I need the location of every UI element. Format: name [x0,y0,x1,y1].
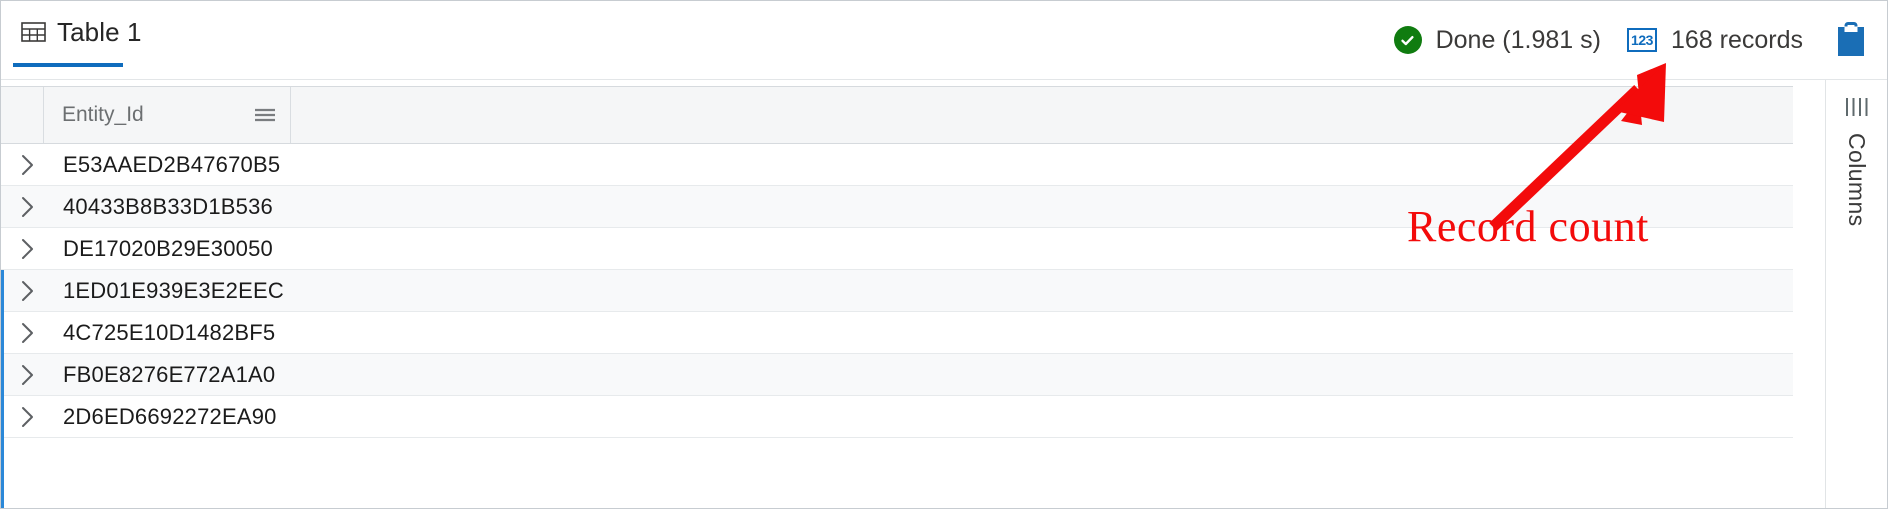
cell-entity-id[interactable]: 2D6ED6692272EA90 [45,404,293,430]
row-selection-mark [1,144,4,185]
cell-entity-id[interactable]: 40433B8B33D1B536 [45,194,293,220]
chevron-right-icon[interactable] [11,237,45,261]
chevron-right-icon[interactable] [11,153,45,177]
row-selection-indicator [1,285,4,508]
result-header: Table 1 Done (1.981 s) 123 168 records [1,1,1887,80]
chevron-right-icon[interactable] [11,405,45,429]
record-count: 123 168 records [1626,25,1803,55]
table-row[interactable]: E53AAED2B47670B5 [1,144,1793,186]
row-selection-mark [1,228,4,269]
table-row[interactable]: FB0E8276E772A1A0 [1,354,1793,396]
chevron-right-icon[interactable] [11,279,45,303]
cell-entity-id[interactable]: 1ED01E939E3E2EEC [45,278,293,304]
query-result-table-panel: Table 1 Done (1.981 s) 123 168 records E… [0,0,1888,509]
cell-entity-id[interactable]: DE17020B29E30050 [45,236,293,262]
cell-entity-id[interactable]: 4C725E10D1482BF5 [45,320,293,346]
table-row[interactable]: 2D6ED6692272EA90 [1,396,1793,438]
tab-active-underline [13,63,123,67]
cell-entity-id[interactable]: E53AAED2B47670B5 [45,152,293,178]
query-status-text: Done (1.981 s) [1435,25,1601,54]
query-status: Done (1.981 s) [1393,25,1601,55]
cell-entity-id[interactable]: FB0E8276E772A1A0 [45,362,293,388]
table-row[interactable]: 40433B8B33D1B536 [1,186,1793,228]
record-count-text: 168 records [1670,25,1803,54]
columns-panel-label: Columns [1844,133,1870,227]
hamburger-menu-icon[interactable] [252,105,278,125]
table-row[interactable]: 4C725E10D1482BF5 [1,312,1793,354]
table-icon [21,20,46,44]
columns-side-panel[interactable]: Columns [1825,80,1887,508]
data-grid: Entity_Id E53AAED2B47670B5 40433B8B33D1B5… [1,80,1887,508]
tab-table-1[interactable]: Table 1 [13,9,150,71]
chevron-right-icon[interactable] [11,321,45,345]
123-number-icon: 123 [1626,28,1657,52]
header-gutter [1,87,43,143]
grid-column-header-row: Entity_Id [1,86,1793,144]
table-row[interactable]: 1ED01E939E3E2EEC [1,270,1793,312]
column-header-label: Entity_Id [62,103,144,126]
check-circle-icon [1393,26,1422,54]
table-row[interactable]: DE17020B29E30050 [1,228,1793,270]
tab-label: Table 1 [57,17,142,47]
status-cluster: Done (1.981 s) 123 168 records [1393,1,1869,79]
row-selection-mark [1,186,4,227]
clipboard-icon[interactable] [1833,20,1869,60]
column-header-entity-id[interactable]: Entity_Id [43,87,291,143]
columns-bars-icon [1843,96,1871,123]
chevron-right-icon[interactable] [11,363,45,387]
chevron-right-icon[interactable] [11,195,45,219]
grid-rows[interactable]: E53AAED2B47670B5 40433B8B33D1B536 DE17020B… [1,144,1793,508]
